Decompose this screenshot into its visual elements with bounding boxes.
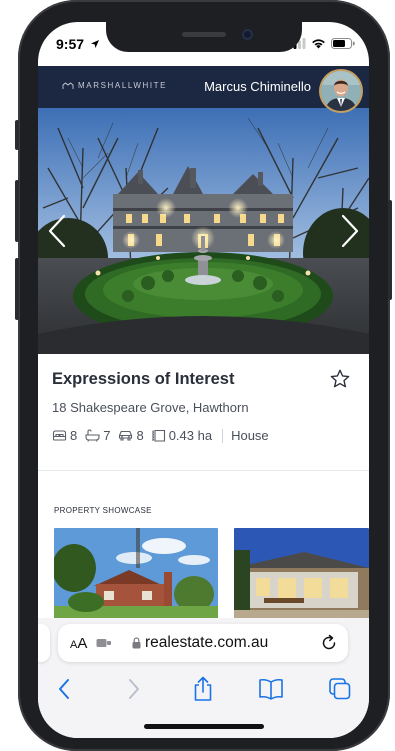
previous-tab-peek[interactable] <box>38 624 50 662</box>
car-spaces-feature: 8 <box>118 428 144 443</box>
location-arrow-icon <box>90 40 99 48</box>
logo-text: MARSHALLWHITE <box>78 81 168 90</box>
features-divider <box>222 428 224 443</box>
showcase-property-card-2[interactable] <box>234 528 369 620</box>
bed-icon <box>52 430 67 441</box>
land-size-icon <box>152 429 165 442</box>
bathrooms-count: 7 <box>103 428 111 443</box>
chevron-right-icon <box>129 679 139 699</box>
bath-icon <box>85 429 100 442</box>
logo-mark-icon <box>62 81 74 89</box>
agent-avatar[interactable] <box>319 69 363 113</box>
car-icon <box>119 430 133 441</box>
land-size-feature: 0.43 ha <box>152 428 212 443</box>
bookmarks-button[interactable] <box>258 676 284 702</box>
listing-address: 18 Shakespeare Grove, Hawthorn <box>52 400 249 415</box>
text-size-button[interactable]: AA <box>70 635 87 652</box>
car-spaces-count: 8 <box>136 428 144 443</box>
front-camera <box>242 29 253 40</box>
listing-details[interactable]: Expressions of Interest 18 Shakespeare G… <box>38 354 369 472</box>
bedrooms-count: 8 <box>70 428 78 443</box>
speaker-grille <box>182 32 226 37</box>
home-indicator[interactable] <box>144 724 264 729</box>
url-display[interactable]: realestate.com.au <box>132 634 268 652</box>
next-photo-arrow-icon[interactable] <box>339 213 361 249</box>
phone-screen: 9:57 MARSHALLWHITE Marcus Chiminello Exp… <box>38 22 369 738</box>
extension-puzzle-icon[interactable] <box>96 637 112 649</box>
phone-volume-down <box>15 258 19 320</box>
hero-property-photo[interactable] <box>38 108 369 354</box>
wifi-icon <box>312 39 325 49</box>
status-time: 9:57 <box>56 36 100 52</box>
chevron-left-icon <box>59 679 69 699</box>
land-size-value: 0.43 ha <box>168 428 213 443</box>
agent-photo <box>321 71 361 111</box>
tabs-button[interactable] <box>327 676 353 702</box>
listing-title[interactable]: Expressions of Interest <box>52 370 234 389</box>
book-icon <box>259 678 283 700</box>
agent-name[interactable]: Marcus Chiminello <box>204 79 311 94</box>
star-outline-icon[interactable] <box>329 368 351 390</box>
url-text: realestate.com.au <box>145 634 269 651</box>
previous-photo-arrow-icon[interactable] <box>46 213 68 249</box>
forward-button[interactable] <box>121 676 147 702</box>
battery-icon <box>331 38 355 49</box>
browser-address-area: AA realestate.com.au <box>38 618 369 668</box>
browser-toolbar <box>38 668 369 738</box>
showcase-heading: PROPERTY SHOWCASE <box>54 506 152 515</box>
phone-volume-up <box>15 180 19 242</box>
back-button[interactable] <box>51 676 77 702</box>
text-size-large-a: A <box>77 635 88 652</box>
phone-silent-switch <box>15 120 19 150</box>
marshall-white-logo[interactable]: MARSHALLWHITE <box>62 81 167 90</box>
tabs-icon <box>329 678 351 700</box>
share-button[interactable] <box>190 676 216 702</box>
showcase-property-card-1[interactable] <box>54 528 218 620</box>
share-icon <box>194 676 212 701</box>
reload-icon[interactable] <box>320 634 338 652</box>
status-time-text: 9:57 <box>56 36 85 52</box>
address-bar[interactable]: AA realestate.com.au <box>58 624 348 662</box>
listing-features: 8 7 8 0.43 ha House <box>52 428 269 443</box>
lock-icon <box>132 637 141 649</box>
notch <box>106 22 302 52</box>
phone-power-button <box>388 200 392 300</box>
property-type: House <box>231 428 269 443</box>
section-divider <box>38 470 369 471</box>
bedrooms-feature: 8 <box>52 428 77 443</box>
bathrooms-feature: 7 <box>85 428 110 443</box>
